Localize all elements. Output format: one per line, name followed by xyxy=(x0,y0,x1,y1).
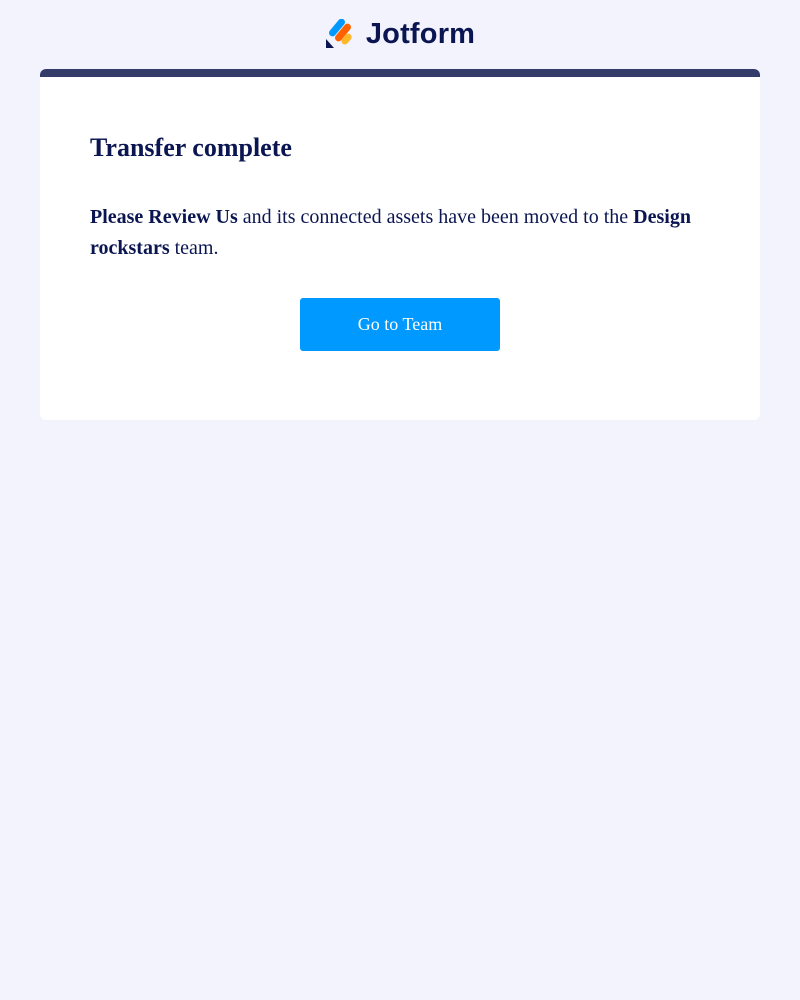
email-header: Jotform xyxy=(0,0,800,69)
transfer-message: Please Review Us and its connected asset… xyxy=(90,202,710,264)
form-name: Please Review Us xyxy=(90,206,238,228)
card-accent-bar xyxy=(40,69,760,77)
card-body: Transfer complete Please Review Us and i… xyxy=(40,132,760,351)
button-container: Go to Team xyxy=(90,298,710,351)
go-to-team-button[interactable]: Go to Team xyxy=(300,298,500,351)
message-middle-text: and its connected assets have been moved… xyxy=(237,206,634,228)
page-title: Transfer complete xyxy=(90,133,292,162)
jotform-logo[interactable]: Jotform xyxy=(325,19,475,49)
logo-wordmark: Jotform xyxy=(365,17,476,50)
transfer-card: Transfer complete Please Review Us and i… xyxy=(40,69,760,420)
message-end-text: team. xyxy=(169,237,219,259)
jotform-logo-icon xyxy=(325,19,352,48)
